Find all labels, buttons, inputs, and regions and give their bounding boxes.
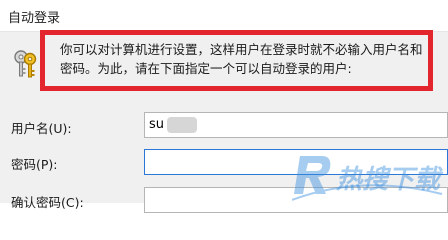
password-field[interactable] — [144, 149, 448, 175]
redacted-blur — [167, 117, 197, 133]
username-value: su — [149, 117, 165, 132]
instruction-text: 你可以对计算机进行设置，这样用户在登录时就不必输入用户名和密码。为此，请在下面指… — [60, 42, 423, 76]
confirm-password-field[interactable] — [144, 187, 448, 213]
window-title: 自动登录 — [8, 11, 61, 26]
username-field[interactable]: su — [144, 112, 448, 138]
confirm-password-label: 确认密码(C): — [11, 195, 84, 210]
title-bar: 自动登录 — [0, 0, 448, 32]
keys-icon — [14, 50, 37, 78]
password-label: 密码(P): — [11, 157, 58, 172]
username-label: 用户名(U): — [11, 121, 72, 136]
